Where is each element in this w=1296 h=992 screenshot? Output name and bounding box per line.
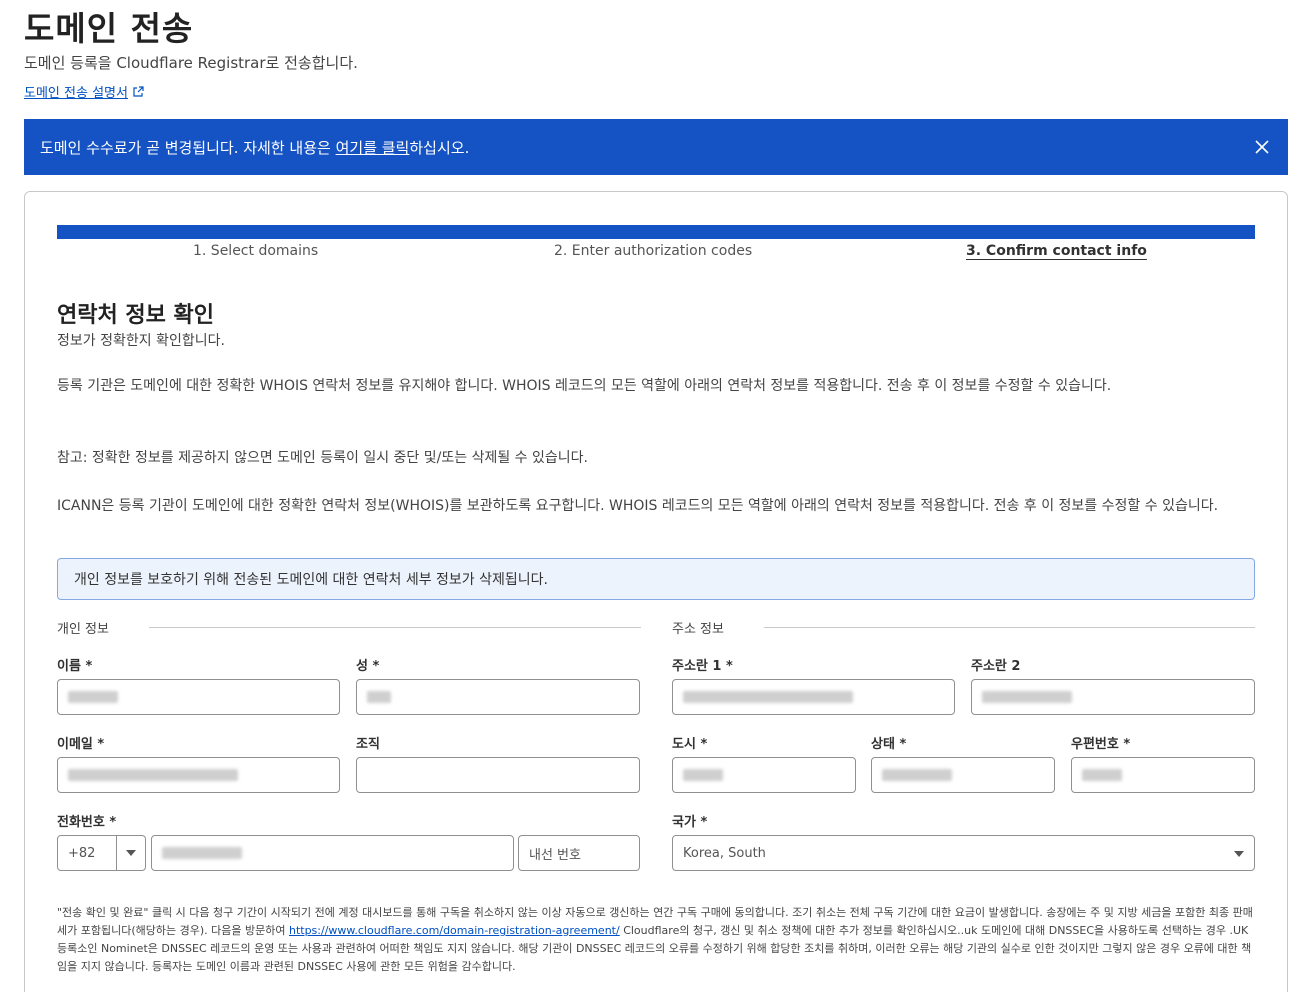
close-icon[interactable] — [1252, 137, 1272, 157]
phone-label: 전화번호 * — [57, 815, 117, 830]
terms-note: "전송 확인 및 완료" 클릭 시 다음 청구 기간이 시작되기 전에 계정 대… — [57, 906, 1253, 973]
transfer-docs-link[interactable]: 도메인 전송 설명서 — [24, 82, 144, 101]
chevron-down-icon — [1234, 851, 1244, 857]
organization-input[interactable] — [356, 757, 640, 793]
email-input[interactable] — [57, 757, 340, 793]
country-code-select[interactable]: +82 — [57, 835, 146, 871]
address-line2-input[interactable] — [971, 679, 1255, 715]
address-line1-input[interactable] — [672, 679, 955, 715]
section-title: 연락처 정보 확인 — [57, 303, 214, 328]
step-select-domains: 1. Select domains — [193, 243, 319, 259]
privacy-info-box: 개인 정보를 보호하기 위해 전송된 도메인에 대한 연락처 세부 정보가 삭제… — [57, 558, 1255, 600]
page-subtitle: 도메인 등록을 Cloudflare Registrar로 전송합니다. — [24, 54, 358, 72]
progress-bar — [57, 225, 1255, 239]
address-line1-label: 주소란 1 * — [672, 659, 733, 674]
banner-link[interactable]: 여기를 클릭 — [336, 139, 410, 157]
transfer-docs-link-label: 도메인 전송 설명서 — [24, 86, 128, 101]
address-line2-label: 주소란 2 — [971, 659, 1021, 674]
state-input[interactable] — [871, 757, 1055, 793]
first-name-input[interactable] — [57, 679, 340, 715]
icann-paragraph: ICANN은 등록 기관이 도메인에 대한 정확한 연락처 정보(WHOIS)를… — [57, 498, 1219, 514]
note-paragraph: 참고: 정확한 정보를 제공하지 않으면 도메인 등록이 일시 중단 및/또는 … — [57, 450, 588, 466]
country-label: 국가 * — [672, 815, 708, 830]
transfer-card: 1. Select domains 2. Enter authorization… — [24, 191, 1288, 992]
banner-text: 도메인 수수료가 곧 변경됩니다. 자세한 내용은 여기를 클릭하십시오. — [40, 138, 470, 157]
extension-input[interactable]: 내선 번호 — [518, 835, 640, 871]
fee-change-banner: 도메인 수수료가 곧 변경됩니다. 자세한 내용은 여기를 클릭하십시오. — [24, 119, 1288, 175]
step-authorization-codes: 2. Enter authorization codes — [554, 243, 753, 259]
chevron-down-icon — [126, 850, 136, 856]
phone-input[interactable] — [151, 835, 514, 871]
extension-placeholder: 내선 번호 — [529, 847, 581, 863]
personal-info-heading: 개인 정보 — [57, 622, 109, 637]
registration-agreement-link[interactable]: https://www.cloudflare.com/domain-regist… — [289, 924, 620, 937]
divider — [149, 627, 641, 628]
first-name-label: 이름 * — [57, 659, 93, 674]
country-code-dropdown-toggle[interactable] — [116, 836, 146, 870]
divider — [764, 627, 1255, 628]
section-subtitle: 정보가 정확한지 확인합니다. — [57, 333, 225, 349]
postal-code-label: 우편번호 * — [1071, 737, 1131, 752]
postal-code-input[interactable] — [1071, 757, 1255, 793]
state-label: 상태 * — [871, 737, 907, 752]
country-value: Korea, South — [683, 845, 766, 861]
organization-label: 조직 — [356, 737, 380, 752]
whois-paragraph: 등록 기관은 도메인에 대한 정확한 WHOIS 연락처 정보를 유지해야 합니… — [57, 378, 1112, 394]
city-label: 도시 * — [672, 737, 708, 752]
address-info-heading: 주소 정보 — [672, 622, 724, 637]
last-name-label: 성 * — [356, 659, 380, 674]
country-select[interactable]: Korea, South — [672, 835, 1255, 871]
external-link-icon — [133, 85, 144, 97]
step-confirm-contact: 3. Confirm contact info — [966, 243, 1147, 259]
page-title: 도메인 전송 — [24, 9, 194, 48]
country-code-value: +82 — [68, 845, 96, 861]
last-name-input[interactable] — [356, 679, 640, 715]
email-label: 이메일 * — [57, 737, 105, 752]
privacy-info-text: 개인 정보를 보호하기 위해 전송된 도메인에 대한 연락처 세부 정보가 삭제… — [74, 572, 548, 588]
city-input[interactable] — [672, 757, 856, 793]
